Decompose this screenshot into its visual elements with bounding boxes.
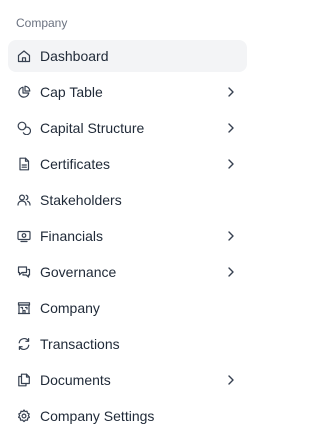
refresh-icon: [17, 337, 31, 351]
sidebar-item-label: Documents: [40, 372, 111, 388]
pie-chart-icon: [17, 85, 31, 99]
chevron-right-icon: [227, 86, 235, 98]
sidebar-item-company-settings[interactable]: Company Settings: [8, 400, 247, 432]
sidebar-item-certificates[interactable]: Certificates: [8, 148, 247, 180]
sidebar-item-stakeholders[interactable]: Stakeholders: [8, 184, 247, 216]
sidebar-item-label: Dashboard: [40, 48, 109, 64]
sidebar-item-label: Certificates: [40, 156, 111, 172]
chevron-right-icon: [227, 158, 235, 170]
sidebar-item-label: Cap Table: [40, 84, 103, 100]
sidebar-item-label: Transactions: [40, 336, 120, 352]
sidebar-item-transactions[interactable]: Transactions: [8, 328, 247, 360]
sidebar-item-label: Capital Structure: [40, 120, 145, 136]
sidebar-item-cap-table[interactable]: Cap Table: [8, 76, 247, 108]
sidebar-item-capital-structure[interactable]: Capital Structure: [8, 112, 247, 144]
coins-icon: [17, 121, 31, 135]
chevron-right-icon: [227, 374, 235, 386]
sidebar-item-label: Stakeholders: [40, 192, 122, 208]
sidebar-item-label: Financials: [40, 228, 104, 244]
sidebar-item-financials[interactable]: Financials: [8, 220, 247, 252]
certificate-icon: [17, 157, 31, 171]
chat-bubbles-icon: [17, 265, 31, 279]
banknote-icon: [17, 229, 31, 243]
chevron-right-icon: [227, 230, 235, 242]
building-icon: [17, 301, 31, 315]
sidebar-item-label: Company Settings: [40, 408, 155, 424]
gear-icon: [17, 409, 31, 423]
sidebar-item-governance[interactable]: Governance: [8, 256, 247, 288]
chevron-right-icon: [227, 122, 235, 134]
chevron-right-icon: [227, 266, 235, 278]
documents-icon: [17, 373, 31, 387]
sidebar-item-label: Governance: [40, 264, 117, 280]
sidebar-nav: Dashboard Cap Table Capital Structure Ce…: [8, 40, 247, 436]
sidebar-item-label: Company: [40, 300, 100, 316]
sidebar-item-company[interactable]: Company: [8, 292, 247, 324]
sidebar-item-dashboard[interactable]: Dashboard: [8, 40, 247, 72]
section-label: Company: [16, 16, 68, 30]
sidebar-item-documents[interactable]: Documents: [8, 364, 247, 396]
users-icon: [17, 193, 31, 207]
sidebar: Company Dashboard Cap Table Capital Stru…: [0, 0, 255, 440]
home-icon: [17, 49, 31, 63]
